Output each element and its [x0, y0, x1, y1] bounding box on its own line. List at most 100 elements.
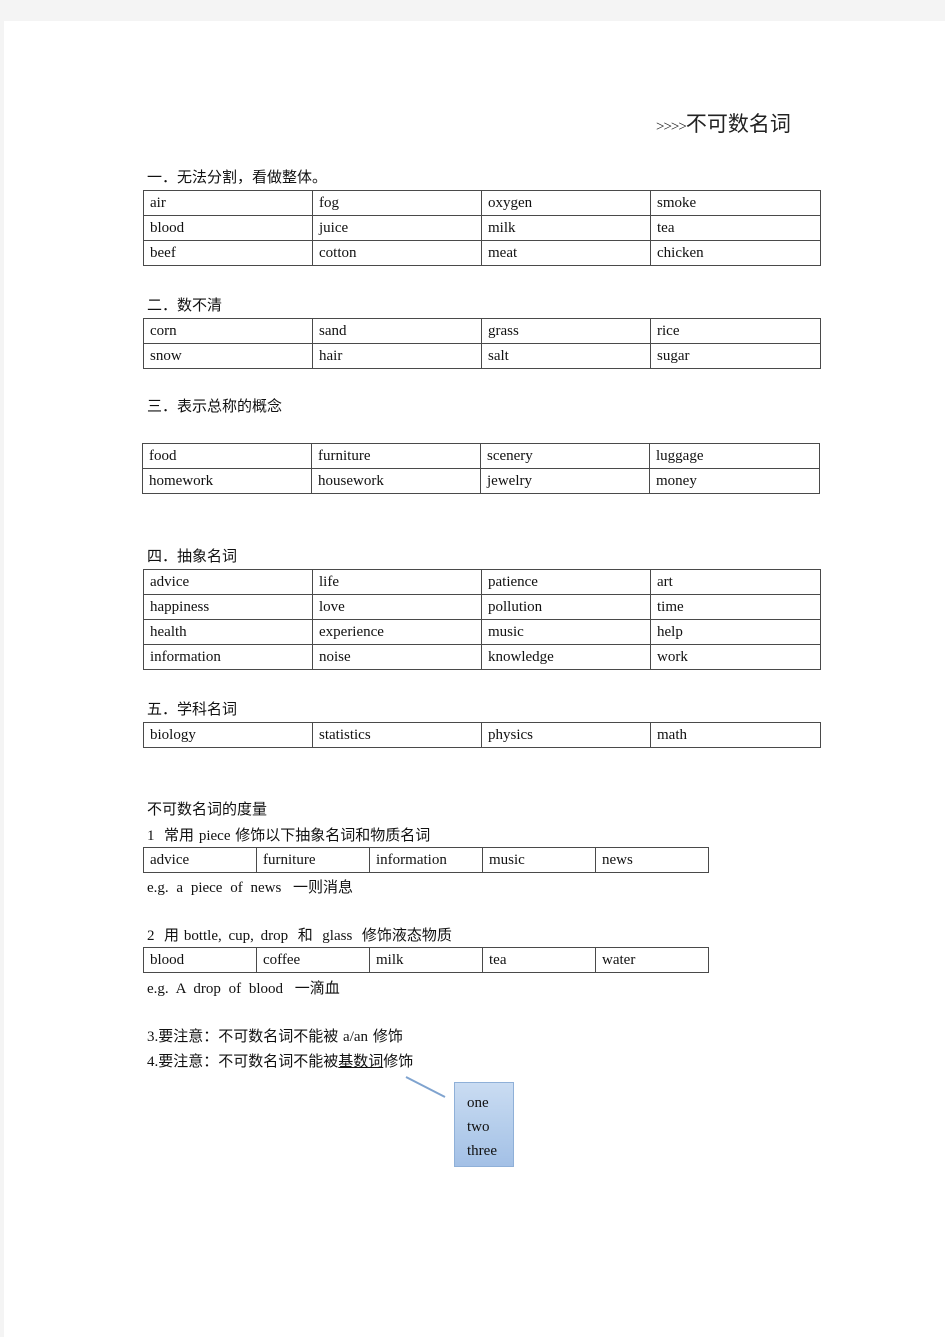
table-cell: noise	[312, 644, 482, 670]
rule-2-post: 修饰液态物质	[361, 926, 452, 944]
callout-item: three	[467, 1143, 497, 1159]
table-cell: luggage	[649, 443, 820, 469]
table-cell: help	[650, 619, 821, 645]
table-cell: tea	[482, 947, 596, 973]
rule-2-word2: glass	[322, 928, 353, 944]
table-cell: rice	[650, 318, 821, 344]
table-row: biology statistics physics math	[143, 722, 821, 748]
table-cell: air	[143, 190, 313, 216]
rule-3: 3.要注意：不可数名词不能被 a/an 修饰	[147, 1025, 403, 1046]
callout-item: one	[467, 1095, 489, 1111]
rule-2-example-zh: 一滴血	[294, 979, 340, 997]
section-3-heading: 三．表示总称的概念	[147, 397, 283, 415]
table-cell: hair	[312, 343, 482, 369]
table-row: blood juice milk tea	[143, 215, 821, 241]
rule-2-and: 和	[297, 926, 313, 944]
table-row: blood coffee milk tea water	[143, 947, 709, 973]
table-cell: music	[481, 619, 651, 645]
section-1-heading: 一．无法分割，看做整体。	[147, 168, 328, 186]
rule-1-example-en: e.g. a piece of news	[147, 880, 282, 896]
table-row: happiness love pollution time	[143, 594, 821, 620]
measurement-heading: 不可数名词的度量	[147, 800, 268, 818]
rule-1-example-zh: 一则消息	[293, 878, 354, 896]
rule-2-example: e.g. A drop of blood 一滴血	[147, 977, 340, 998]
table-cell: sugar	[650, 343, 821, 369]
table-cell: statistics	[312, 722, 482, 748]
table-cell: cotton	[312, 240, 482, 266]
table-cell: homework	[142, 468, 312, 494]
table-cell: blood	[143, 947, 257, 973]
table-cell: fog	[312, 190, 482, 216]
rule-2-table: blood coffee milk tea water	[143, 947, 709, 973]
rule-1-pre: 常用	[164, 826, 195, 844]
rule-2-pre: 用	[164, 926, 180, 944]
table-cell: coffee	[256, 947, 370, 973]
rule-1-table: advice furniture information music news	[143, 847, 709, 873]
rule-4: 4.要注意：不可数名词不能被基数词修饰	[147, 1050, 413, 1071]
table-row: corn sand grass rice	[143, 318, 821, 344]
table-cell: experience	[312, 619, 482, 645]
table-cell: news	[595, 847, 709, 873]
section-1-table: air fog oxygen smoke blood juice milk te…	[143, 190, 821, 266]
table-cell: blood	[143, 215, 313, 241]
table-row: advice furniture information music news	[143, 847, 709, 873]
table-cell: health	[143, 619, 313, 645]
table-cell: work	[650, 644, 821, 670]
table-cell: biology	[143, 722, 313, 748]
section-2-table: corn sand grass rice snow hair salt suga…	[143, 318, 821, 369]
title-text: 不可数名词	[685, 112, 791, 136]
table-cell: life	[312, 569, 482, 595]
rule-1: 1 常用 piece 修饰以下抽象名词和物质名词	[147, 824, 430, 845]
callout-box: one two three	[454, 1082, 514, 1167]
section-4-heading: 四．抽象名词	[147, 547, 238, 565]
table-cell: juice	[312, 215, 482, 241]
page-title: >>>>不可数名词	[656, 108, 791, 138]
table-cell: milk	[481, 215, 651, 241]
rule-1-number: 1	[147, 828, 155, 844]
section-5-table: biology statistics physics math	[143, 722, 821, 748]
table-row: air fog oxygen smoke	[143, 190, 821, 216]
table-cell: food	[142, 443, 312, 469]
table-row: health experience music help	[143, 619, 821, 645]
table-cell: advice	[143, 847, 257, 873]
table-cell: information	[143, 644, 313, 670]
table-cell: snow	[143, 343, 313, 369]
table-cell: art	[650, 569, 821, 595]
rule-4-number: 4.	[147, 1054, 159, 1070]
callout-item: two	[467, 1119, 490, 1135]
table-row: food furniture scenery luggage	[142, 443, 820, 469]
rule-3-post: 修饰	[372, 1027, 403, 1045]
table-cell: milk	[369, 947, 483, 973]
table-cell: furniture	[256, 847, 370, 873]
rule-3-word: a/an	[343, 1029, 369, 1045]
rule-1-post: 修饰以下抽象名词和物质名词	[235, 826, 431, 844]
table-cell: math	[650, 722, 821, 748]
table-cell: scenery	[480, 443, 650, 469]
table-cell: beef	[143, 240, 313, 266]
rule-4-post: 修饰	[383, 1052, 414, 1070]
table-cell: advice	[143, 569, 313, 595]
table-cell: salt	[481, 343, 651, 369]
table-cell: time	[650, 594, 821, 620]
table-cell: furniture	[311, 443, 481, 469]
table-cell: physics	[481, 722, 651, 748]
table-cell: corn	[143, 318, 313, 344]
table-cell: knowledge	[481, 644, 651, 670]
table-row: homework housework jewelry money	[142, 468, 820, 494]
rule-2-number: 2	[147, 928, 155, 944]
table-cell: sand	[312, 318, 482, 344]
table-cell: grass	[481, 318, 651, 344]
rule-2-words: bottle, cup, drop	[183, 928, 289, 944]
rule-2-example-en: e.g. A drop of blood	[147, 981, 283, 997]
rule-2: 2 用 bottle, cup, drop 和 glass 修饰液态物质	[147, 924, 452, 945]
table-cell: housework	[311, 468, 481, 494]
table-cell: chicken	[650, 240, 821, 266]
table-cell: happiness	[143, 594, 313, 620]
section-5-heading: 五．学科名词	[147, 700, 238, 718]
title-arrows: >>>>	[656, 119, 687, 135]
table-cell: money	[649, 468, 820, 494]
table-cell: smoke	[650, 190, 821, 216]
table-cell: music	[482, 847, 596, 873]
section-3-table: food furniture scenery luggage homework …	[142, 443, 820, 494]
table-row: advice life patience art	[143, 569, 821, 595]
